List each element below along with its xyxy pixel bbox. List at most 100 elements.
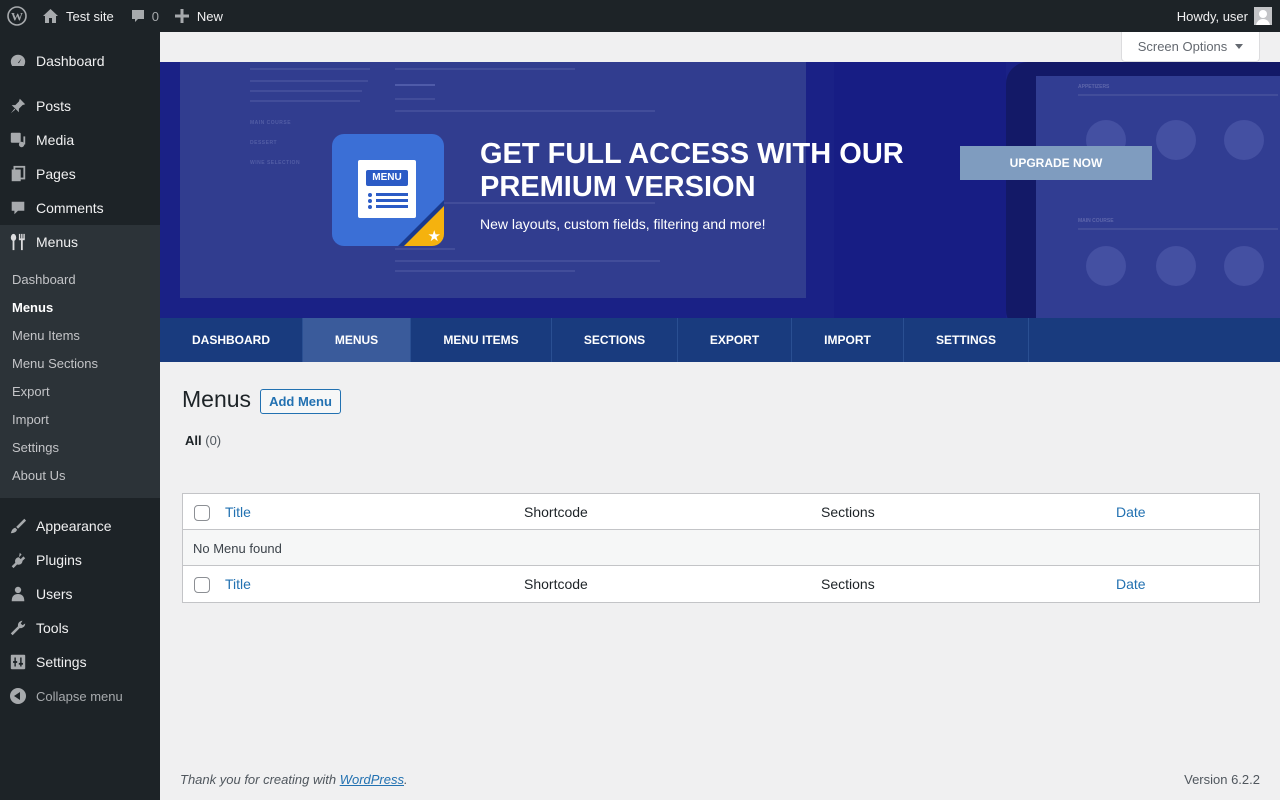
- sidebar-item-settings[interactable]: Settings: [0, 645, 160, 679]
- sidebar-item-media[interactable]: Media: [0, 123, 160, 157]
- sidebar-item-dashboard[interactable]: Dashboard: [0, 44, 160, 78]
- column-title-sort[interactable]: Title: [225, 504, 251, 520]
- column-date-sort[interactable]: Date: [1116, 504, 1146, 520]
- tab-export[interactable]: EXPORT: [678, 318, 792, 362]
- plug-icon: [8, 550, 28, 570]
- column-date-sort-footer[interactable]: Date: [1116, 576, 1146, 592]
- upgrade-now-button[interactable]: UPGRADE NOW: [960, 146, 1152, 180]
- table-footer: Title Shortcode Sections Date: [183, 566, 1259, 602]
- sidebar-item-label: Dashboard: [36, 53, 105, 69]
- collapse-label: Collapse menu: [36, 688, 123, 704]
- comment-icon: [8, 198, 28, 218]
- svg-text:W: W: [11, 10, 23, 24]
- sidebar-item-label: Plugins: [36, 552, 82, 568]
- footer-version: Version 6.2.2: [1184, 772, 1260, 787]
- pages-icon: [8, 164, 28, 184]
- submenu-item-export[interactable]: Export: [0, 378, 160, 406]
- site-name-label: Test site: [66, 8, 114, 24]
- tab-menu-items[interactable]: MENU ITEMS: [411, 318, 552, 362]
- submenu-item-menu-sections[interactable]: Menu Sections: [0, 350, 160, 378]
- caret-down-icon: [1235, 44, 1244, 49]
- star-icon: ★: [427, 228, 441, 245]
- submenu-item-dashboard[interactable]: Dashboard: [0, 266, 160, 294]
- column-shortcode: Shortcode: [524, 504, 588, 520]
- menus-submenu: Dashboard Menus Menu Items Menu Sections…: [0, 259, 160, 498]
- new-content-link[interactable]: New: [167, 0, 231, 32]
- fork-knife-icon: [8, 232, 28, 252]
- sidebar-item-label: Tools: [36, 620, 69, 636]
- empty-message: No Menu found: [193, 541, 282, 556]
- tab-menus[interactable]: MENUS: [303, 318, 411, 362]
- sidebar-item-users[interactable]: Users: [0, 577, 160, 611]
- tab-settings[interactable]: SETTINGS: [904, 318, 1029, 362]
- media-icon: [8, 130, 28, 150]
- sidebar-item-comments[interactable]: Comments: [0, 191, 160, 225]
- select-all-checkbox[interactable]: [194, 505, 210, 521]
- wordpress-logo-icon[interactable]: W: [0, 0, 34, 32]
- table-row: No Menu found: [183, 530, 1259, 566]
- tab-dashboard[interactable]: DASHBOARD: [160, 318, 303, 362]
- pin-icon: [8, 96, 28, 116]
- sidebar-item-tools[interactable]: Tools: [0, 611, 160, 645]
- sidebar-item-label: Pages: [36, 166, 76, 182]
- sidebar-item-appearance[interactable]: Appearance: [0, 509, 160, 543]
- wordpress-link[interactable]: WordPress: [340, 772, 404, 787]
- screen-options-button[interactable]: Screen Options: [1121, 32, 1260, 62]
- admin-bar: W Test site 0 New Howdy, user: [0, 0, 1280, 32]
- submenu-item-import[interactable]: Import: [0, 406, 160, 434]
- collapse-menu-button[interactable]: Collapse menu: [0, 679, 160, 713]
- comment-icon: [130, 8, 146, 24]
- brush-icon: [8, 516, 28, 536]
- new-label: New: [196, 8, 223, 24]
- submenu-item-about-us[interactable]: About Us: [0, 462, 160, 490]
- column-sections: Sections: [821, 504, 875, 520]
- collapse-icon: [8, 686, 28, 706]
- user-icon: [8, 584, 28, 604]
- logo-text: MENU: [366, 170, 408, 186]
- sidebar-item-label: Posts: [36, 98, 72, 114]
- settings-icon: [8, 652, 28, 672]
- sidebar-item-pages[interactable]: Pages: [0, 157, 160, 191]
- plugin-tabs: DASHBOARD MENUS MENU ITEMS SECTIONS EXPO…: [160, 318, 1280, 362]
- site-name-link[interactable]: Test site: [34, 0, 122, 32]
- avatar: [1254, 7, 1272, 25]
- sidebar-item-label: Settings: [36, 654, 87, 670]
- banner-subtitle: New layouts, custom fields, filtering an…: [480, 216, 766, 232]
- wrench-icon: [8, 618, 28, 638]
- sidebar-item-label: Users: [36, 586, 73, 602]
- greeting-label: Howdy, user: [1176, 8, 1248, 24]
- sidebar-item-plugins[interactable]: Plugins: [0, 543, 160, 577]
- submenu-item-settings[interactable]: Settings: [0, 434, 160, 462]
- column-shortcode-footer: Shortcode: [524, 576, 588, 592]
- menus-table: Title Shortcode Sections Date No Menu fo…: [182, 493, 1260, 603]
- sidebar-item-label: Comments: [36, 200, 104, 216]
- footer-thanks-prefix: Thank you for creating with: [180, 772, 340, 787]
- table-header: Title Shortcode Sections Date: [183, 494, 1259, 530]
- submenu-item-menu-items[interactable]: Menu Items: [0, 322, 160, 350]
- sidebar-item-label: Media: [36, 132, 75, 148]
- dashboard-icon: [8, 51, 28, 71]
- filter-count: (0): [205, 433, 222, 448]
- account-menu[interactable]: Howdy, user: [1177, 7, 1280, 25]
- screen-options-label: Screen Options: [1137, 39, 1228, 54]
- plus-icon: [174, 9, 189, 23]
- sidebar-item-label: Appearance: [36, 518, 112, 534]
- comments-count: 0: [151, 8, 159, 24]
- tab-sections[interactable]: SECTIONS: [552, 318, 678, 362]
- sidebar-item-menus[interactable]: Menus: [0, 225, 160, 259]
- submenu-item-menus[interactable]: Menus: [0, 294, 160, 322]
- sidebar-item-label: Menus: [36, 234, 79, 250]
- home-icon: [42, 8, 59, 24]
- add-menu-button[interactable]: Add Menu: [260, 389, 341, 414]
- select-all-checkbox-footer[interactable]: [194, 577, 210, 593]
- page-title: Menus: [182, 386, 252, 412]
- column-sections-footer: Sections: [821, 576, 875, 592]
- comments-link[interactable]: 0: [122, 0, 167, 32]
- status-filter-all[interactable]: All (0): [185, 433, 221, 448]
- sidebar-item-posts[interactable]: Posts: [0, 89, 160, 123]
- column-title-sort-footer[interactable]: Title: [225, 576, 251, 592]
- footer-thanks: Thank you for creating with WordPress.: [180, 772, 408, 787]
- admin-sidebar: Dashboard Posts Media Pages Comments Men…: [0, 32, 160, 800]
- tab-import[interactable]: IMPORT: [792, 318, 904, 362]
- premium-banner: MAIN COURSE DESSERT WINE SELECTION APPET…: [160, 62, 1280, 318]
